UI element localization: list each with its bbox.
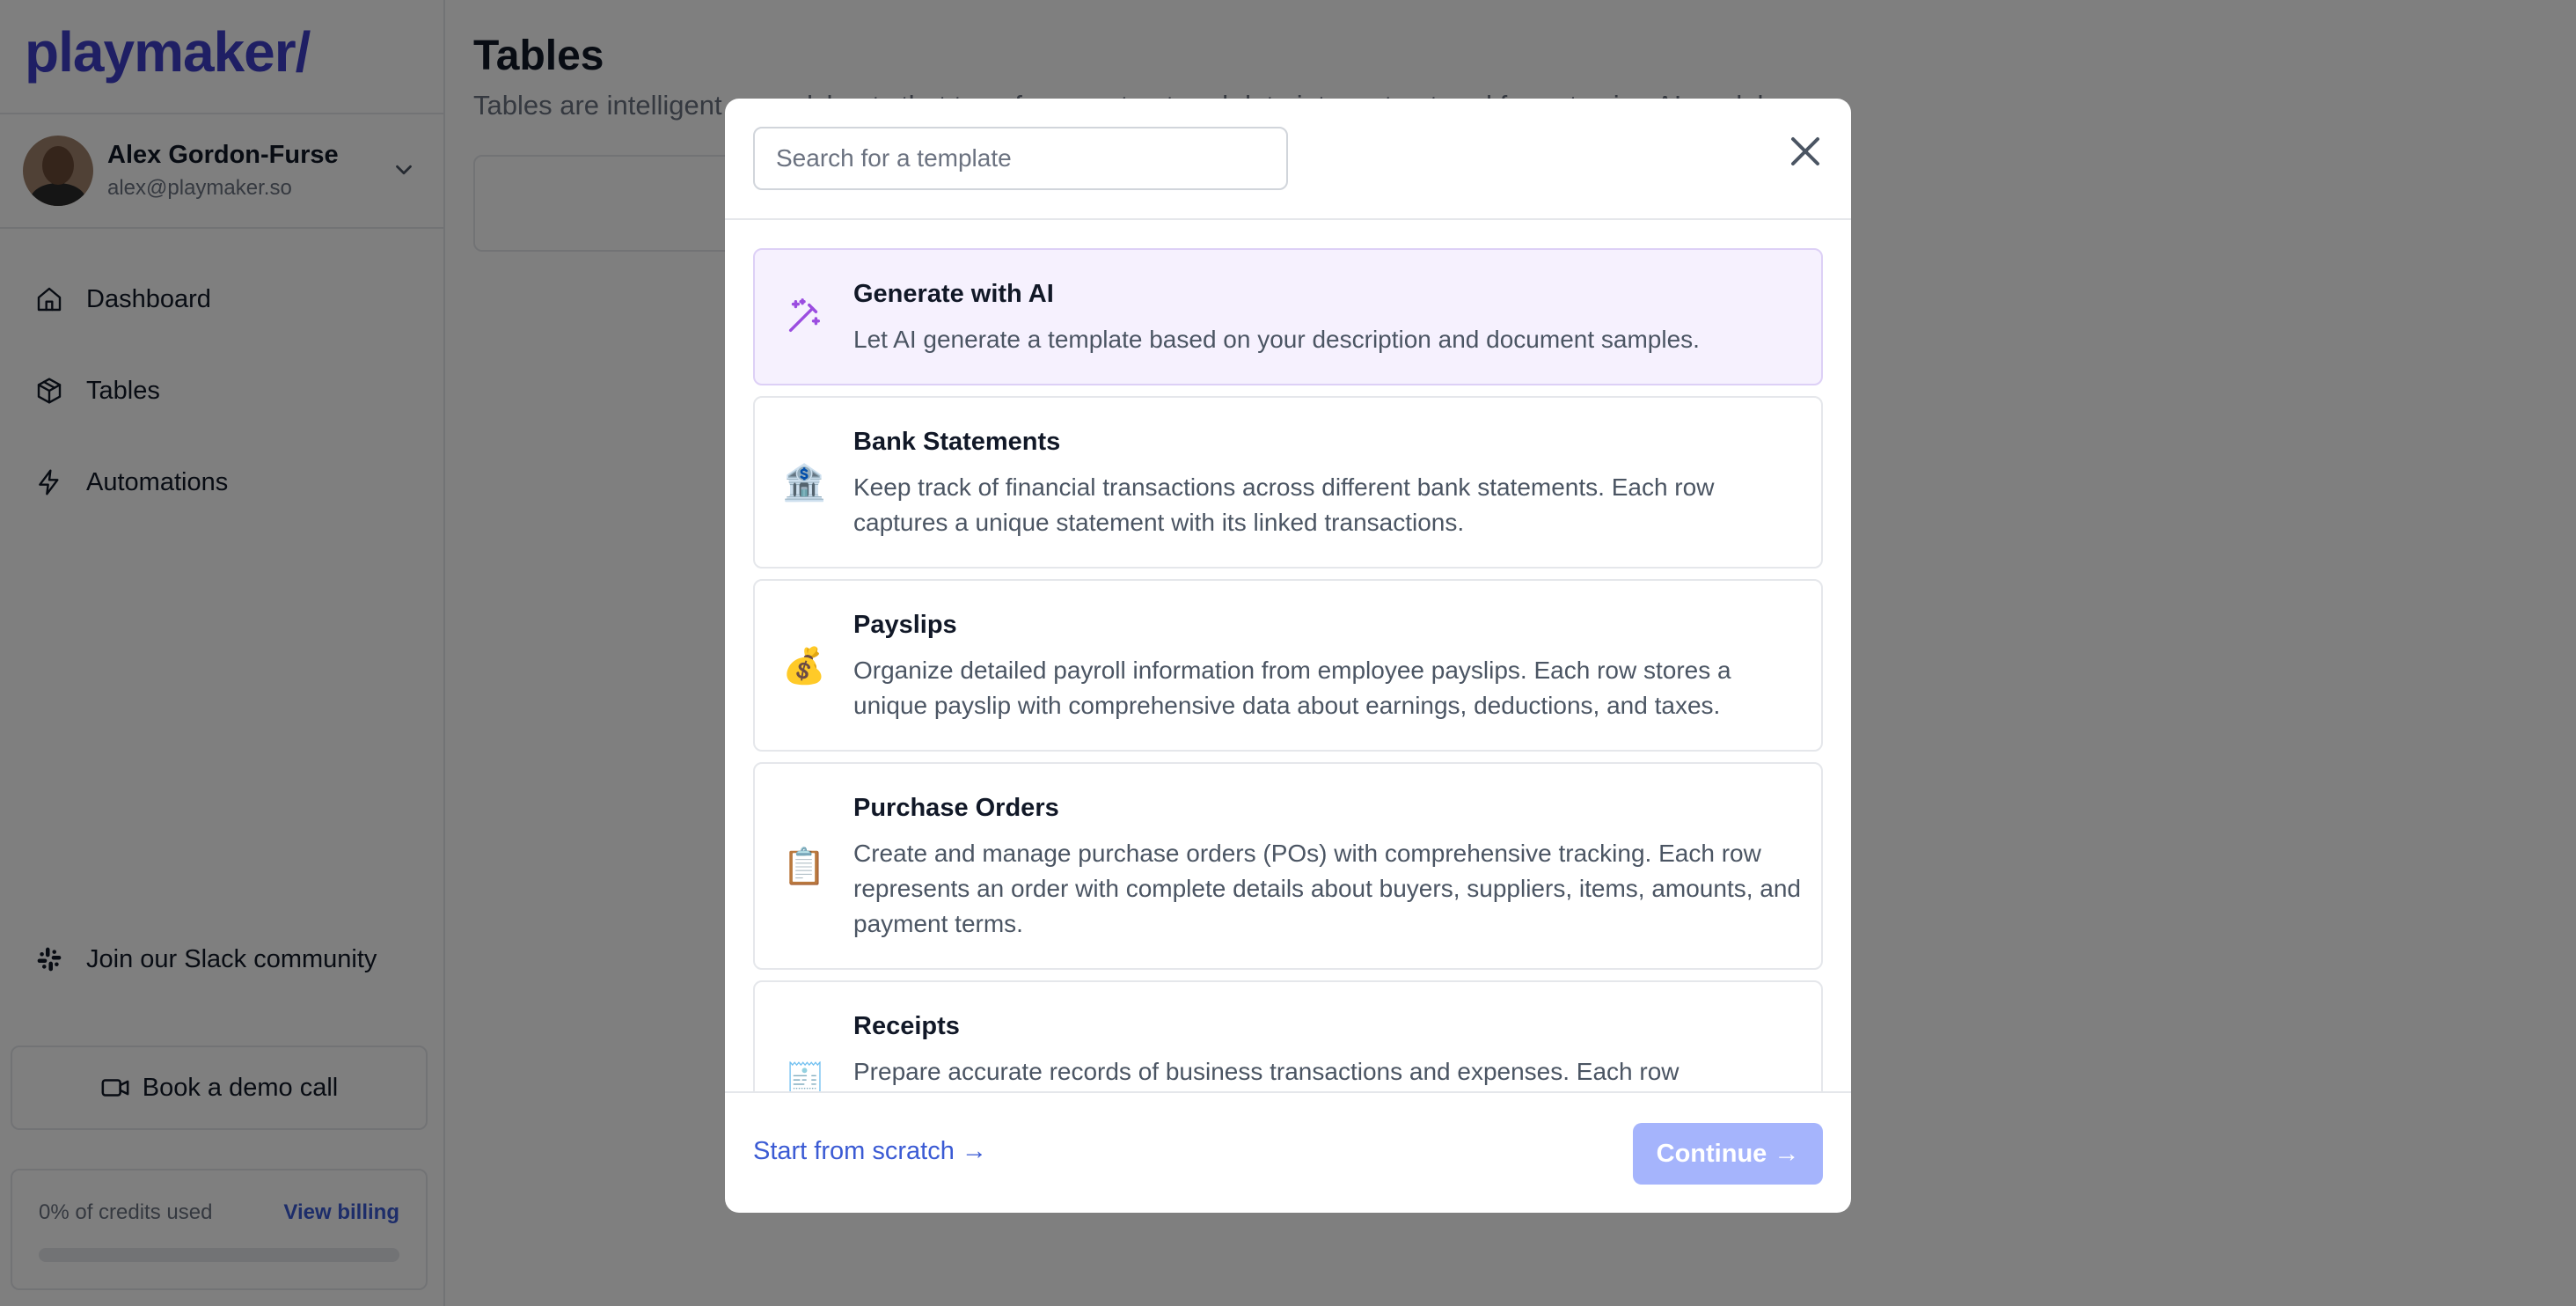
template-receipts[interactable]: 🧾 Receipts Prepare accurate records of b… — [753, 980, 1823, 1091]
template-list: Generate with AI Let AI generate a templ… — [753, 248, 1823, 1091]
template-purchase-orders[interactable]: 📋 Purchase Orders Create and manage purc… — [753, 762, 1823, 970]
template-bank-statements[interactable]: 🏦 Bank Statements Keep track of financia… — [753, 396, 1823, 569]
bank-icon: 🏦 — [782, 463, 826, 503]
template-title: Payslips — [853, 611, 957, 639]
close-icon[interactable] — [1784, 130, 1826, 172]
modal-divider — [725, 218, 1851, 220]
template-description: Let AI generate a template based on your… — [853, 326, 1700, 353]
template-title: Receipts — [853, 1012, 960, 1040]
template-title: Bank Statements — [853, 428, 1061, 456]
template-generate-with-ai[interactable]: Generate with AI Let AI generate a templ… — [753, 248, 1823, 385]
template-payslips[interactable]: 💰 Payslips Organize detailed payroll inf… — [753, 579, 1823, 752]
template-description: Prepare accurate records of business tra… — [853, 1058, 1680, 1085]
template-description: Create and manage purchase orders (POs) … — [853, 840, 1802, 937]
continue-button[interactable]: Continue → — [1633, 1123, 1823, 1185]
receipt-icon: 🧾 — [782, 1061, 826, 1092]
clipboard-icon: 📋 — [782, 847, 826, 886]
template-description: Keep track of financial transactions acr… — [853, 473, 1715, 536]
template-search-input[interactable] — [753, 127, 1288, 190]
start-from-scratch-link[interactable]: Start from scratch → — [753, 1137, 987, 1166]
magic-wand-icon — [781, 294, 827, 340]
template-title: Generate with AI — [853, 280, 1054, 308]
template-title: Purchase Orders — [853, 794, 1059, 822]
modal-divider — [725, 1091, 1851, 1093]
template-picker-modal: Generate with AI Let AI generate a templ… — [725, 99, 1851, 1213]
money-bag-icon: 💰 — [782, 646, 826, 686]
template-description: Organize detailed payroll information fr… — [853, 657, 1731, 719]
